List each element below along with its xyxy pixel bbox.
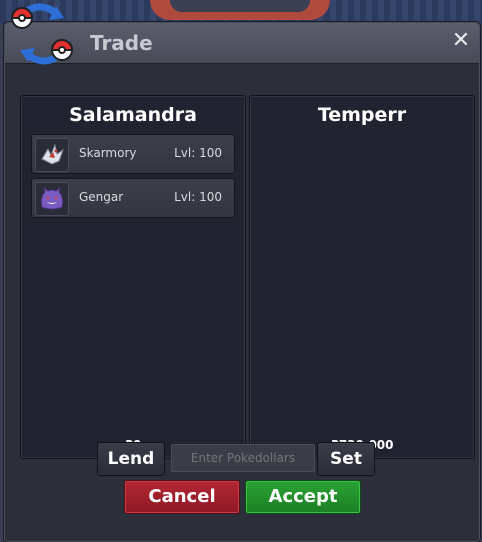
trade-item-gengar[interactable]: Gengar Lvl: 100 [31, 178, 235, 218]
left-trade-panel: Salamandra Skarmory Lvl: 100 Gengar Lvl:… [20, 95, 246, 459]
pokedollars-input[interactable] [171, 444, 315, 472]
trade-item-skarmory[interactable]: Skarmory Lvl: 100 [31, 134, 235, 174]
accept-button[interactable]: Accept [245, 480, 361, 514]
skarmory-icon [35, 138, 69, 172]
trade-window: Trade ✕ Salamandra Skarmory Lvl: 100 Gen… [4, 22, 480, 542]
item-level: Lvl: 100 [174, 190, 222, 204]
lend-button[interactable]: Lend [97, 442, 165, 476]
item-name: Skarmory [79, 146, 137, 160]
gengar-icon [35, 182, 69, 216]
cancel-button[interactable]: Cancel [124, 480, 240, 514]
background-decoration [150, 0, 330, 20]
window-title: Trade [90, 31, 153, 55]
item-level: Lvl: 100 [174, 146, 222, 160]
left-player-name: Salamandra [69, 104, 197, 126]
trade-logo-icon [4, 0, 80, 70]
right-trade-panel: Temperr ₽730.000 [249, 95, 475, 459]
close-icon[interactable]: ✕ [449, 29, 473, 53]
item-name: Gengar [79, 190, 124, 204]
set-button[interactable]: Set [317, 442, 375, 476]
right-player-name: Temperr [317, 104, 407, 126]
